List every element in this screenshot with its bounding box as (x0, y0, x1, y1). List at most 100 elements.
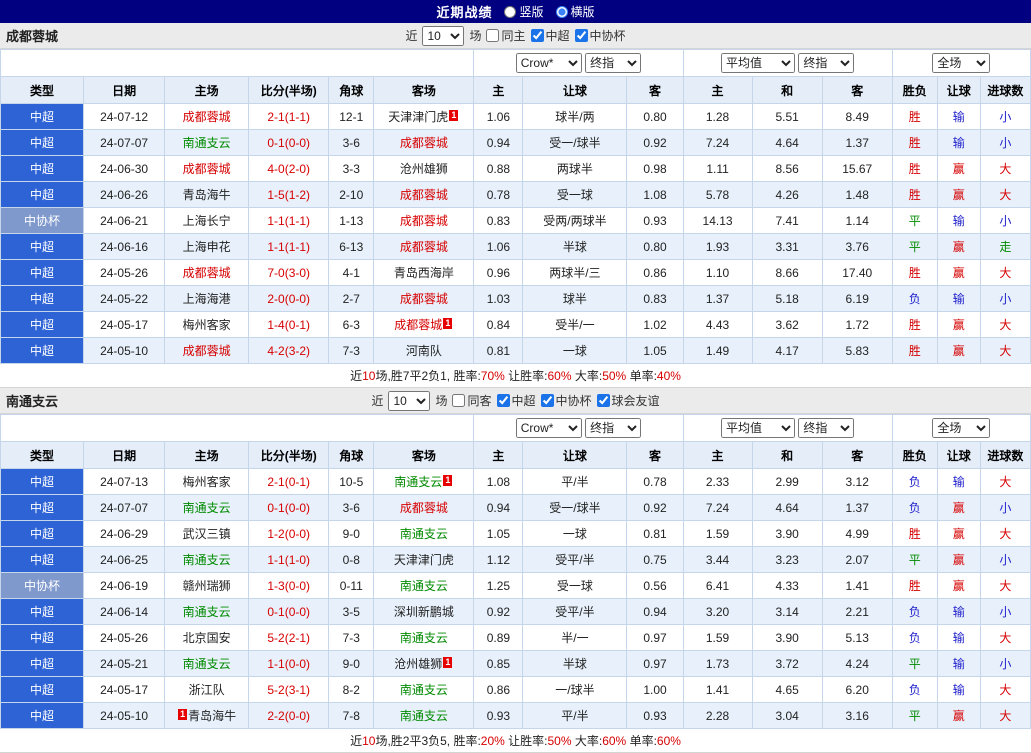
home-team-link[interactable]: 上海申花 (183, 240, 231, 254)
away-team-link[interactable]: 南通支云 (400, 579, 448, 593)
away-team-link[interactable]: 河南队 (406, 344, 442, 358)
home-team-link[interactable]: 北京国安 (183, 631, 231, 645)
home-team-link[interactable]: 成都蓉城 (183, 266, 231, 280)
score-link[interactable]: 2-2(0-0) (267, 709, 310, 723)
filter-checkbox-cfa-cup[interactable]: 中协杯 (541, 392, 592, 409)
club-friendly-checkbox-input[interactable] (597, 394, 610, 407)
away-team-link[interactable]: 南通支云1 (394, 475, 453, 489)
europe-average-select[interactable]: 平均值 (721, 418, 795, 438)
filter-checkbox-csl[interactable]: 中超 (531, 27, 570, 44)
score-link[interactable]: 1-1(1-1) (267, 240, 310, 254)
home-team-link[interactable]: 成都蓉城 (183, 162, 231, 176)
home-team-cell: 南通支云 (165, 651, 249, 677)
score-link[interactable]: 0-1(0-0) (267, 605, 310, 619)
bookmaker-select[interactable]: Crow* (516, 418, 582, 438)
home-team-link[interactable]: 青岛海牛 (183, 188, 231, 202)
scope-select[interactable]: 全场 (932, 53, 990, 73)
layout-radio-horizontal[interactable]: 横版 (556, 3, 595, 20)
filter-checkbox-club-friendly[interactable]: 球会友谊 (597, 392, 660, 409)
europe-index-select[interactable]: 终指 (798, 418, 854, 438)
match-row: 中超24-05-10成都蓉城4-2(3-2)7-3河南队0.81一球1.051.… (1, 338, 1031, 364)
away-team-link[interactable]: 沧州雄狮1 (394, 657, 453, 671)
home-team-link[interactable]: 南通支云 (183, 553, 231, 567)
column-header-4: 角球 (329, 442, 374, 469)
away-team-link[interactable]: 沧州雄狮 (400, 162, 448, 176)
away-team-link[interactable]: 成都蓉城 (400, 292, 448, 306)
horizontal-radio-input[interactable] (556, 6, 568, 18)
score-link[interactable]: 1-1(1-1) (267, 214, 310, 228)
column-header-11: 客 (822, 442, 892, 469)
home-team-link[interactable]: 成都蓉城 (183, 110, 231, 124)
away-team-link[interactable]: 南通支云 (400, 527, 448, 541)
score-link[interactable]: 1-5(1-2) (267, 188, 310, 202)
home-team-link[interactable]: 上海海港 (183, 292, 231, 306)
europe-index-select[interactable]: 终指 (798, 53, 854, 73)
away-team-link[interactable]: 南通支云 (400, 709, 448, 723)
same-away-checkbox-input[interactable] (452, 394, 465, 407)
away-team-link[interactable]: 成都蓉城 (400, 240, 448, 254)
home-team-link[interactable]: 武汉三镇 (183, 527, 231, 541)
score-link[interactable]: 0-1(0-0) (267, 136, 310, 150)
score-link[interactable]: 1-1(0-0) (267, 657, 310, 671)
vertical-radio-input[interactable] (504, 6, 516, 18)
match-row: 中协杯24-06-19赣州瑞狮1-3(0-0)0-11南通支云1.25受一球0.… (1, 573, 1031, 599)
home-team-link[interactable]: 浙江队 (189, 683, 225, 697)
home-team-link[interactable]: 赣州瑞狮 (183, 579, 231, 593)
recent-count-select[interactable]: 10 (422, 26, 464, 46)
scope-select[interactable]: 全场 (932, 418, 990, 438)
summary-segment: 10 (362, 369, 375, 383)
cfa-cup-checkbox-input[interactable] (541, 394, 554, 407)
score-link[interactable]: 7-0(3-0) (267, 266, 310, 280)
away-team-link[interactable]: 成都蓉城1 (394, 318, 453, 332)
handicap-index-select[interactable]: 终指 (585, 53, 641, 73)
away-team-link[interactable]: 南通支云 (400, 631, 448, 645)
europe-average-select[interactable]: 平均值 (721, 53, 795, 73)
away-team-link[interactable]: 成都蓉城 (400, 188, 448, 202)
filter-checkbox-cfa-cup[interactable]: 中协杯 (575, 27, 626, 44)
home-team-link[interactable]: 1青岛海牛 (177, 709, 236, 723)
cfa-cup-checkbox-input[interactable] (575, 29, 588, 42)
away-team-link[interactable]: 天津津门虎1 (388, 110, 459, 124)
score-link[interactable]: 4-0(2-0) (267, 162, 310, 176)
home-team-link[interactable]: 成都蓉城 (183, 344, 231, 358)
home-team-link[interactable]: 梅州客家 (183, 318, 231, 332)
csl-checkbox-input[interactable] (531, 29, 544, 42)
layout-radio-vertical[interactable]: 竖版 (504, 3, 543, 20)
home-team-link[interactable]: 南通支云 (183, 501, 231, 515)
handicap-away-odds-cell: 0.81 (627, 521, 683, 547)
score-link[interactable]: 2-1(1-1) (267, 110, 310, 124)
score-link[interactable]: 1-1(1-0) (267, 553, 310, 567)
europe-draw-odds-cell: 3.04 (752, 703, 822, 729)
score-link[interactable]: 5-2(2-1) (267, 631, 310, 645)
csl-checkbox-input[interactable] (497, 394, 510, 407)
home-team-link[interactable]: 南通支云 (183, 605, 231, 619)
handicap-index-select[interactable]: 终指 (585, 418, 641, 438)
score-link[interactable]: 0-1(0-0) (267, 501, 310, 515)
away-team-link[interactable]: 深圳新鹏城 (394, 605, 454, 619)
score-link[interactable]: 4-2(3-2) (267, 344, 310, 358)
same-home-checkbox-input[interactable] (486, 29, 499, 42)
recent-count-select[interactable]: 10 (388, 391, 430, 411)
home-team-link[interactable]: 南通支云 (183, 136, 231, 150)
away-team-link[interactable]: 成都蓉城 (400, 501, 448, 515)
score-link[interactable]: 2-0(0-0) (267, 292, 310, 306)
away-team-link[interactable]: 成都蓉城 (400, 214, 448, 228)
handicap-result-cell: 赢 (937, 182, 980, 208)
handicap-away-odds-cell: 1.00 (627, 677, 683, 703)
away-team-link[interactable]: 青岛西海岸 (394, 266, 454, 280)
filter-checkbox-same-away[interactable]: 同客 (452, 392, 491, 409)
score-link[interactable]: 2-1(0-1) (267, 475, 310, 489)
home-team-link[interactable]: 上海长宁 (183, 214, 231, 228)
score-link[interactable]: 5-2(3-1) (267, 683, 310, 697)
filter-checkbox-csl[interactable]: 中超 (497, 392, 536, 409)
away-team-link[interactable]: 南通支云 (400, 683, 448, 697)
home-team-link[interactable]: 梅州客家 (183, 475, 231, 489)
home-team-link[interactable]: 南通支云 (183, 657, 231, 671)
away-team-link[interactable]: 天津津门虎 (394, 553, 454, 567)
score-link[interactable]: 1-3(0-0) (267, 579, 310, 593)
away-team-link[interactable]: 成都蓉城 (400, 136, 448, 150)
score-link[interactable]: 1-2(0-0) (267, 527, 310, 541)
bookmaker-select[interactable]: Crow* (516, 53, 582, 73)
score-link[interactable]: 1-4(0-1) (267, 318, 310, 332)
filter-checkbox-same-home[interactable]: 同主 (486, 27, 525, 44)
